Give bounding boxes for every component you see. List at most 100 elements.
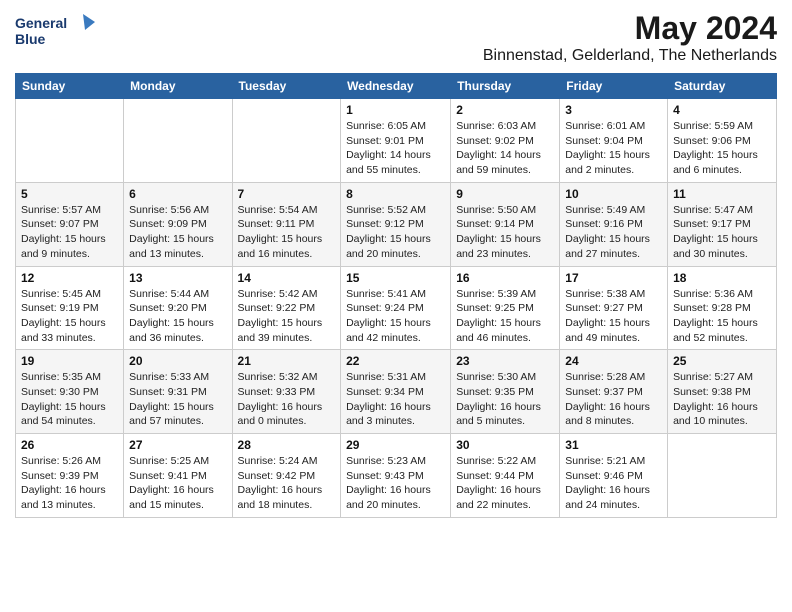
col-thursday: Thursday	[451, 74, 560, 99]
day-info: Sunrise: 5:45 AM Sunset: 9:19 PM Dayligh…	[21, 287, 118, 346]
table-row: 31Sunrise: 5:21 AM Sunset: 9:46 PM Dayli…	[560, 434, 668, 518]
day-info: Sunrise: 5:59 AM Sunset: 9:06 PM Dayligh…	[673, 119, 771, 178]
table-row: 30Sunrise: 5:22 AM Sunset: 9:44 PM Dayli…	[451, 434, 560, 518]
day-number: 5	[21, 187, 118, 201]
day-number: 13	[129, 271, 226, 285]
day-number: 28	[238, 438, 336, 452]
col-saturday: Saturday	[668, 74, 777, 99]
day-number: 9	[456, 187, 554, 201]
table-row: 2Sunrise: 6:03 AM Sunset: 9:02 PM Daylig…	[451, 99, 560, 183]
day-info: Sunrise: 5:38 AM Sunset: 9:27 PM Dayligh…	[565, 287, 662, 346]
table-row: 16 Sunrise: 5:39 AM Sunset: 9:25 PM Dayli…	[451, 266, 560, 350]
location-subtitle: Binnenstad, Gelderland, The Netherlands	[483, 47, 777, 65]
table-row	[16, 99, 124, 183]
day-number: 7	[238, 187, 336, 201]
table-row: 23 Sunrise: 5:30 AM Sunset: 9:35 PM Dayli…	[451, 350, 560, 434]
svg-text:Blue: Blue	[15, 31, 46, 47]
day-info: Sunrise: 5:28 AM Sunset: 9:37 PM Dayligh…	[565, 370, 662, 429]
table-row: 17 Sunrise: 5:38 AM Sunset: 9:27 PM Dayli…	[560, 266, 668, 350]
table-row: 27Sunrise: 5:25 AM Sunset: 9:41 PM Dayli…	[124, 434, 232, 518]
table-row: 12 Sunrise: 5:45 AM Sunset: 9:19 PM Dayli…	[16, 266, 124, 350]
day-info: Sunrise: 6:01 AM Sunset: 9:04 PM Dayligh…	[565, 119, 662, 178]
table-row: 11 Sunrise: 5:47 AM Sunset: 9:17 PM Dayli…	[668, 182, 777, 266]
day-info: Sunrise: 5:52 AM Sunset: 9:12 PM Dayligh…	[346, 203, 445, 262]
day-info: Sunrise: 5:30 AM Sunset: 9:35 PM Dayligh…	[456, 370, 554, 429]
calendar-header-row: Sunday Monday Tuesday Wednesday Thursday…	[16, 74, 777, 99]
calendar-week-row: 12 Sunrise: 5:45 AM Sunset: 9:19 PM Dayli…	[16, 266, 777, 350]
day-number: 21	[238, 354, 336, 368]
calendar-week-row: 19 Sunrise: 5:35 AM Sunset: 9:30 PM Dayli…	[16, 350, 777, 434]
day-number: 11	[673, 187, 771, 201]
day-number: 20	[129, 354, 226, 368]
col-friday: Friday	[560, 74, 668, 99]
day-info: Sunrise: 5:57 AM Sunset: 9:07 PM Dayligh…	[21, 203, 118, 262]
table-row	[668, 434, 777, 518]
day-info: Sunrise: 5:39 AM Sunset: 9:25 PM Dayligh…	[456, 287, 554, 346]
day-number: 4	[673, 103, 771, 117]
col-monday: Monday	[124, 74, 232, 99]
table-row: 26Sunrise: 5:26 AM Sunset: 9:39 PM Dayli…	[16, 434, 124, 518]
day-info: Sunrise: 5:32 AM Sunset: 9:33 PM Dayligh…	[238, 370, 336, 429]
day-info: Sunrise: 5:41 AM Sunset: 9:24 PM Dayligh…	[346, 287, 445, 346]
day-number: 2	[456, 103, 554, 117]
day-info: Sunrise: 5:49 AM Sunset: 9:16 PM Dayligh…	[565, 203, 662, 262]
table-row: 21 Sunrise: 5:32 AM Sunset: 9:33 PM Dayli…	[232, 350, 341, 434]
table-row: 1Sunrise: 6:05 AM Sunset: 9:01 PM Daylig…	[341, 99, 451, 183]
day-info: Sunrise: 5:35 AM Sunset: 9:30 PM Dayligh…	[21, 370, 118, 429]
title-area: May 2024 Binnenstad, Gelderland, The Net…	[483, 10, 777, 65]
day-info: Sunrise: 5:33 AM Sunset: 9:31 PM Dayligh…	[129, 370, 226, 429]
day-info: Sunrise: 5:31 AM Sunset: 9:34 PM Dayligh…	[346, 370, 445, 429]
day-number: 31	[565, 438, 662, 452]
day-number: 18	[673, 271, 771, 285]
day-info: Sunrise: 5:54 AM Sunset: 9:11 PM Dayligh…	[238, 203, 336, 262]
table-row: 22 Sunrise: 5:31 AM Sunset: 9:34 PM Dayli…	[341, 350, 451, 434]
day-info: Sunrise: 5:47 AM Sunset: 9:17 PM Dayligh…	[673, 203, 771, 262]
day-number: 19	[21, 354, 118, 368]
table-row: 19 Sunrise: 5:35 AM Sunset: 9:30 PM Dayli…	[16, 350, 124, 434]
day-number: 12	[21, 271, 118, 285]
header: General Blue May 2024 Binnenstad, Gelder…	[15, 10, 777, 65]
col-sunday: Sunday	[16, 74, 124, 99]
day-info: Sunrise: 5:44 AM Sunset: 9:20 PM Dayligh…	[129, 287, 226, 346]
day-info: Sunrise: 6:05 AM Sunset: 9:01 PM Dayligh…	[346, 119, 445, 178]
calendar-table: Sunday Monday Tuesday Wednesday Thursday…	[15, 73, 777, 518]
day-info: Sunrise: 5:50 AM Sunset: 9:14 PM Dayligh…	[456, 203, 554, 262]
table-row: 28 Sunrise: 5:24 AM Sunset: 9:42 PM Dayli…	[232, 434, 341, 518]
day-number: 24	[565, 354, 662, 368]
day-number: 16	[456, 271, 554, 285]
table-row: 9 Sunrise: 5:50 AM Sunset: 9:14 PM Daylig…	[451, 182, 560, 266]
day-number: 10	[565, 187, 662, 201]
day-info: Sunrise: 5:56 AM Sunset: 9:09 PM Dayligh…	[129, 203, 226, 262]
col-wednesday: Wednesday	[341, 74, 451, 99]
table-row: 20 Sunrise: 5:33 AM Sunset: 9:31 PM Dayli…	[124, 350, 232, 434]
day-number: 29	[346, 438, 445, 452]
day-info: Sunrise: 5:36 AM Sunset: 9:28 PM Dayligh…	[673, 287, 771, 346]
day-info: Sunrise: 5:23 AM Sunset: 9:43 PM Dayligh…	[346, 454, 445, 513]
day-number: 14	[238, 271, 336, 285]
day-number: 25	[673, 354, 771, 368]
table-row: 14 Sunrise: 5:42 AM Sunset: 9:22 PM Dayli…	[232, 266, 341, 350]
day-number: 30	[456, 438, 554, 452]
day-number: 26	[21, 438, 118, 452]
table-row: 24 Sunrise: 5:28 AM Sunset: 9:37 PM Dayli…	[560, 350, 668, 434]
day-info: Sunrise: 5:24 AM Sunset: 9:42 PM Dayligh…	[238, 454, 336, 513]
table-row: 6Sunrise: 5:56 AM Sunset: 9:09 PM Daylig…	[124, 182, 232, 266]
day-number: 17	[565, 271, 662, 285]
table-row	[124, 99, 232, 183]
table-row: 5 Sunrise: 5:57 AM Sunset: 9:07 PM Daylig…	[16, 182, 124, 266]
month-title: May 2024	[483, 10, 777, 47]
day-number: 23	[456, 354, 554, 368]
day-info: Sunrise: 5:25 AM Sunset: 9:41 PM Dayligh…	[129, 454, 226, 513]
day-number: 8	[346, 187, 445, 201]
calendar-week-row: 26Sunrise: 5:26 AM Sunset: 9:39 PM Dayli…	[16, 434, 777, 518]
table-row: 3Sunrise: 6:01 AM Sunset: 9:04 PM Daylig…	[560, 99, 668, 183]
calendar-week-row: 1Sunrise: 6:05 AM Sunset: 9:01 PM Daylig…	[16, 99, 777, 183]
day-info: Sunrise: 5:27 AM Sunset: 9:38 PM Dayligh…	[673, 370, 771, 429]
col-tuesday: Tuesday	[232, 74, 341, 99]
table-row: 7 Sunrise: 5:54 AM Sunset: 9:11 PM Daylig…	[232, 182, 341, 266]
table-row: 10 Sunrise: 5:49 AM Sunset: 9:16 PM Dayli…	[560, 182, 668, 266]
table-row: 25 Sunrise: 5:27 AM Sunset: 9:38 PM Dayli…	[668, 350, 777, 434]
day-number: 22	[346, 354, 445, 368]
day-info: Sunrise: 5:42 AM Sunset: 9:22 PM Dayligh…	[238, 287, 336, 346]
table-row: 15Sunrise: 5:41 AM Sunset: 9:24 PM Dayli…	[341, 266, 451, 350]
